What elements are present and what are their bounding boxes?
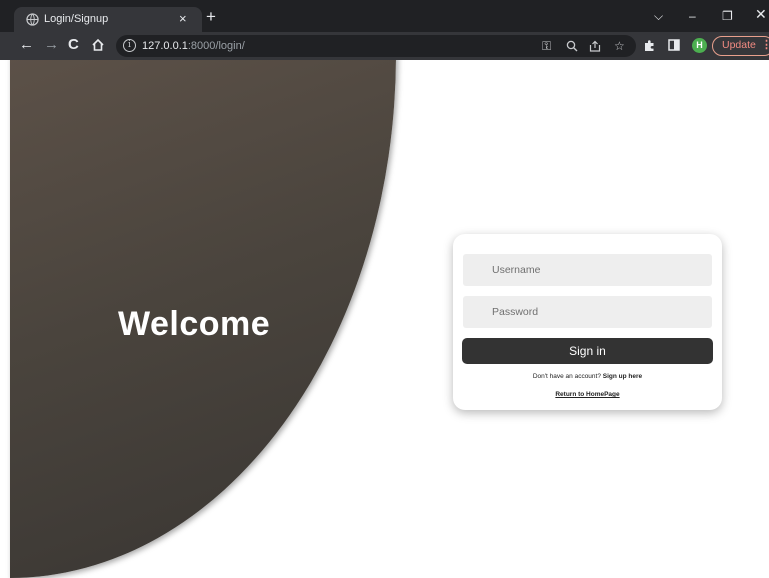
username-input[interactable] xyxy=(463,254,712,286)
home-icon[interactable] xyxy=(91,38,105,52)
menu-dots-icon[interactable]: ⋮ xyxy=(761,37,769,54)
address-bar[interactable]: i 127.0.0.1:8000/login/ ⚿ ☆ xyxy=(116,35,636,57)
info-icon[interactable]: i xyxy=(123,39,136,52)
zoom-icon[interactable] xyxy=(566,40,578,52)
reload-icon[interactable]: C xyxy=(68,36,79,54)
browser-chrome: Login/Signup × + ⌵ – ❐ ✕ ← → C i 127.0.0… xyxy=(0,0,769,60)
share-icon[interactable] xyxy=(589,40,601,52)
tab-strip: Login/Signup × + ⌵ – ❐ ✕ xyxy=(0,0,769,32)
update-label: Update xyxy=(722,39,756,51)
tab-title: Login/Signup xyxy=(44,13,109,25)
tab-close-icon[interactable]: × xyxy=(179,11,187,26)
no-account-text: Don't have an account? xyxy=(532,373,603,380)
sign-in-button[interactable]: Sign in xyxy=(462,338,713,364)
forward-icon[interactable]: → xyxy=(44,36,59,54)
tab-search-icon[interactable]: ⌵ xyxy=(654,9,663,23)
welcome-heading: Welcome xyxy=(118,305,271,343)
update-button[interactable]: Update ⋮ xyxy=(712,36,769,56)
browser-toolbar: ← → C i 127.0.0.1:8000/login/ ⚿ ☆ H Upda… xyxy=(0,32,769,60)
profile-avatar[interactable]: H xyxy=(692,38,707,53)
extensions-icon[interactable] xyxy=(643,39,656,52)
globe-icon xyxy=(26,13,39,26)
back-icon[interactable]: ← xyxy=(19,36,34,54)
new-tab-icon[interactable]: + xyxy=(206,8,216,25)
minimize-icon[interactable]: – xyxy=(689,9,696,23)
key-icon[interactable]: ⚿ xyxy=(542,38,551,54)
return-home-link[interactable]: Return to HomePage xyxy=(453,391,722,398)
url-text: 127.0.0.1:8000/login/ xyxy=(142,40,245,52)
sidepanel-icon[interactable] xyxy=(668,39,680,51)
star-icon[interactable]: ☆ xyxy=(614,38,625,54)
restore-icon[interactable]: ❐ xyxy=(722,9,733,23)
login-card: Sign in Don't have an account? Sign up h… xyxy=(453,234,722,410)
password-input[interactable] xyxy=(463,296,712,328)
signup-prompt: Don't have an account? Sign up here xyxy=(453,373,722,380)
sign-up-link[interactable]: Sign up here xyxy=(603,373,642,380)
close-icon[interactable]: ✕ xyxy=(755,7,767,21)
page-viewport: Welcome Sign in Don't have an account? S… xyxy=(0,60,769,578)
tab-login-signup[interactable]: Login/Signup × xyxy=(14,7,202,32)
